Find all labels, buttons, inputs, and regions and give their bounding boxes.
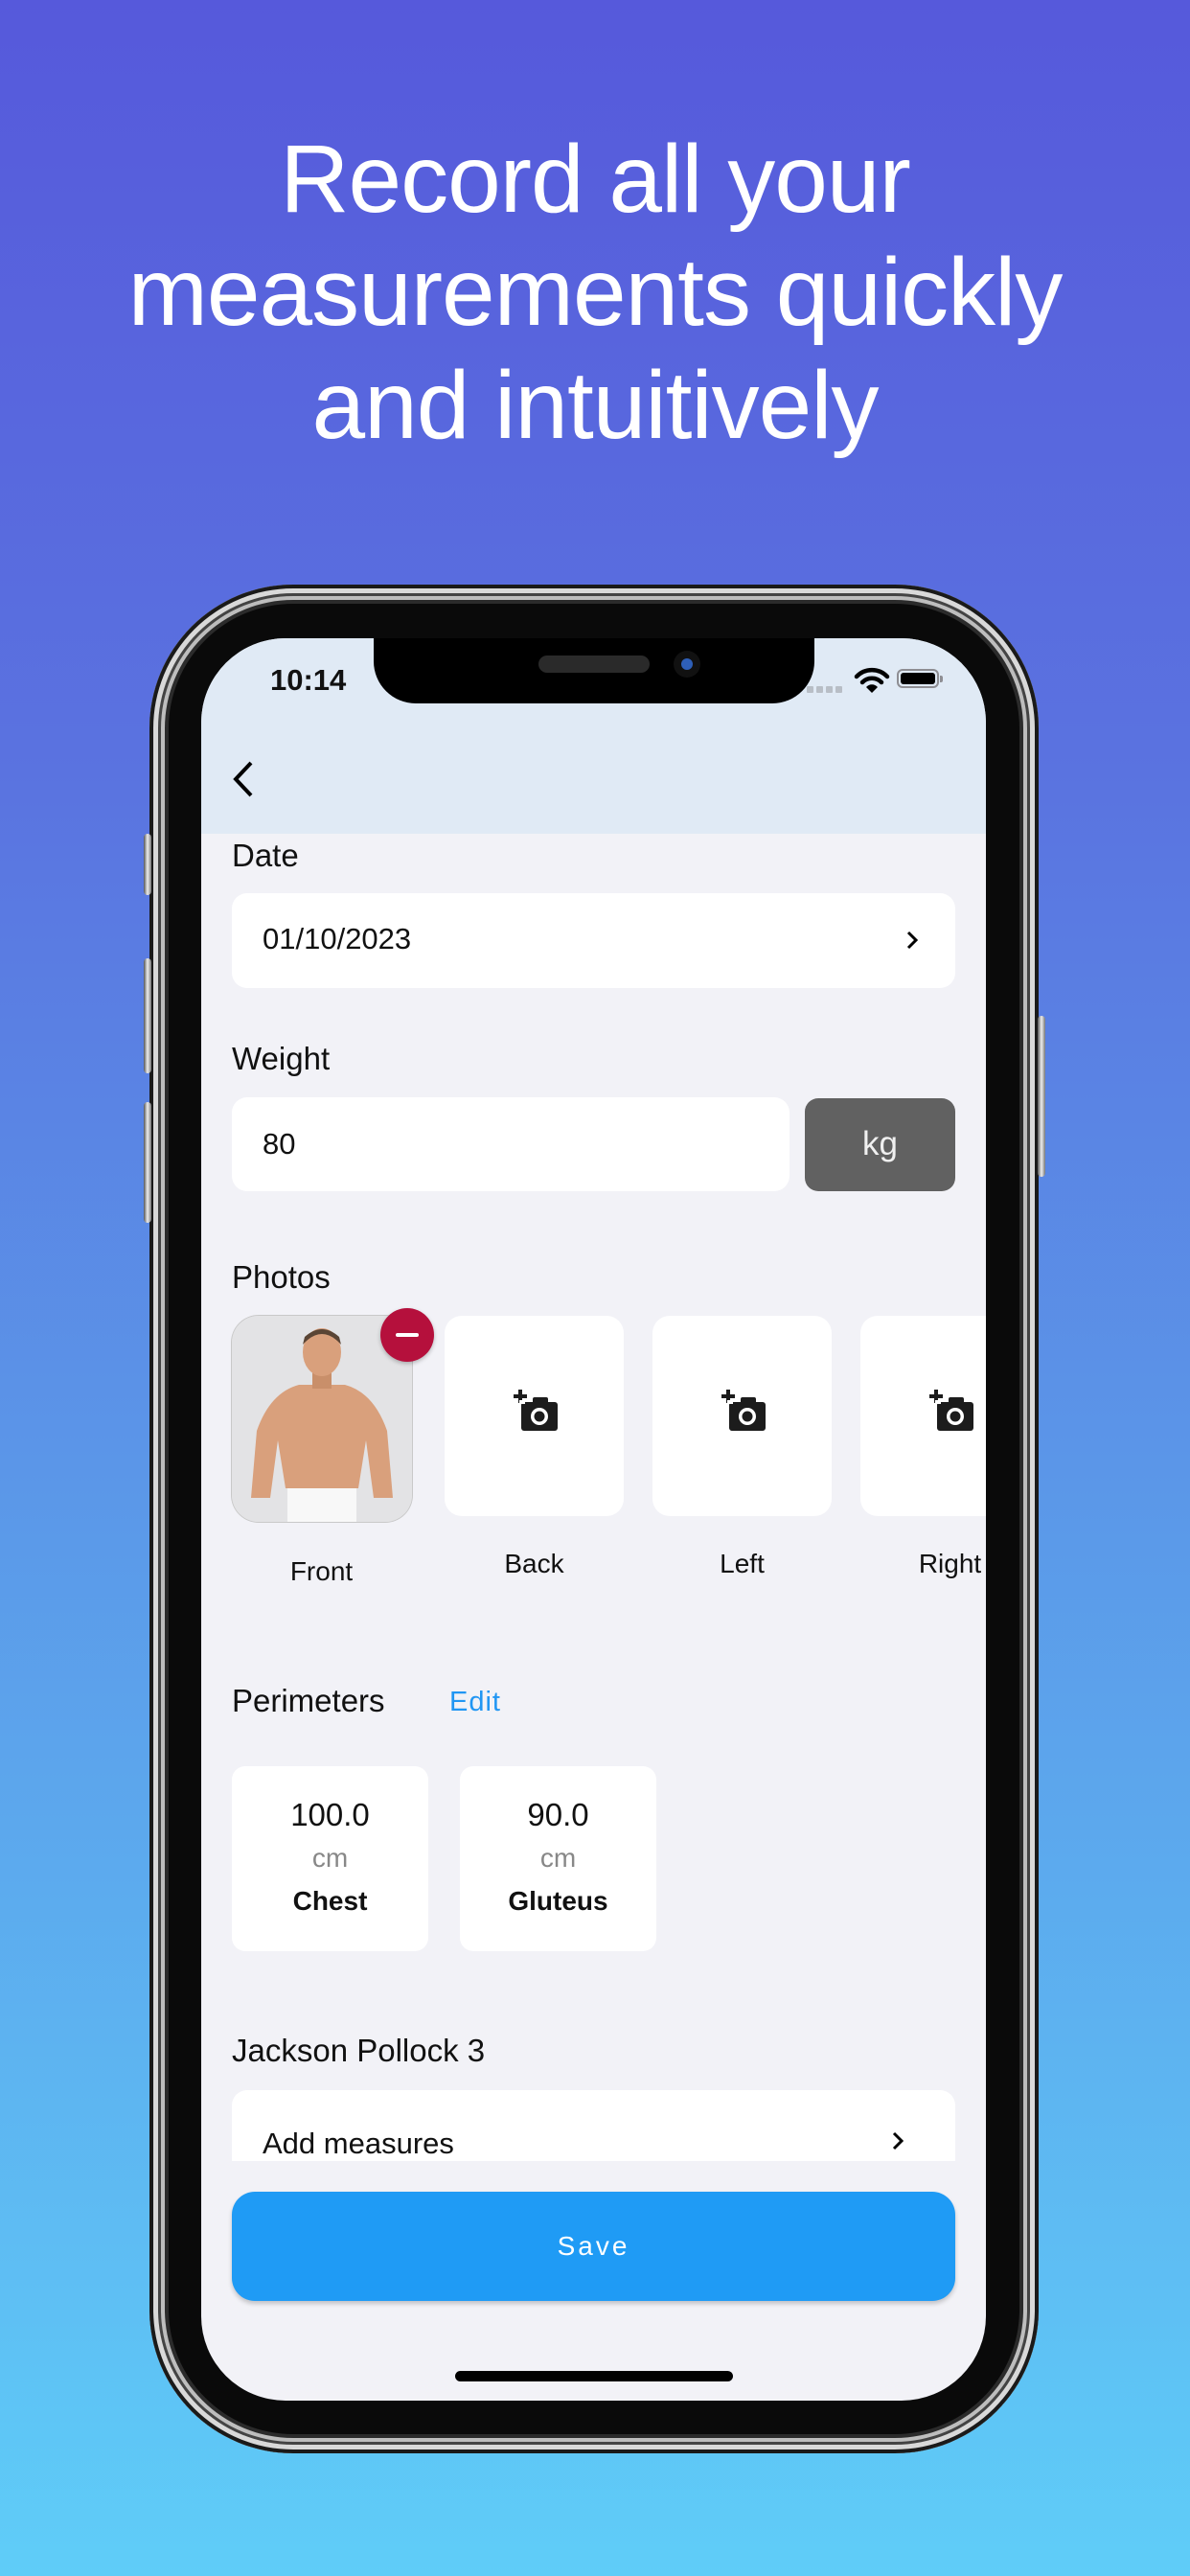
add-measures-row[interactable]: Add measures xyxy=(232,2090,955,2161)
chevron-right-icon xyxy=(892,2131,904,2150)
weight-input[interactable]: 80 xyxy=(232,1097,790,1191)
weight-value: 80 xyxy=(263,1127,296,1161)
photo-label-left: Left xyxy=(720,1549,765,1578)
headline-line-1: Record all your xyxy=(280,126,911,233)
photo-label-back: Back xyxy=(504,1549,564,1578)
cellular-signal-icon xyxy=(807,686,842,693)
promo-headline: Record all your measurements quickly and… xyxy=(0,123,1190,462)
add-photo-icon xyxy=(514,1390,558,1431)
add-photo-icon xyxy=(929,1390,973,1431)
date-label: Date xyxy=(232,838,299,873)
perimeter-card-chest[interactable]: 100.0 cm Chest xyxy=(232,1766,428,1951)
device-notch xyxy=(374,638,814,703)
weight-label: Weight xyxy=(232,1041,331,1076)
phone-volume-up-button xyxy=(144,958,151,1073)
perimeter-value: 100.0 xyxy=(290,1797,370,1832)
perimeter-unit: cm xyxy=(539,1843,577,1873)
add-photo-icon xyxy=(721,1390,766,1431)
phone-silent-switch xyxy=(144,834,151,895)
add-measures-label: Add measures xyxy=(263,2127,454,2160)
photo-label-right: Right xyxy=(918,1549,982,1578)
remove-photo-button[interactable] xyxy=(380,1308,434,1362)
photo-left-add-button[interactable] xyxy=(652,1316,832,1516)
app-screen: 10:14 Date 01/10/2023 Weight 80 kg Photo… xyxy=(201,638,986,2401)
save-button[interactable]: Save xyxy=(232,2192,955,2301)
perimeter-name: Gluteus xyxy=(508,1886,608,1916)
perimeter-name: Chest xyxy=(292,1886,368,1916)
weight-unit-button[interactable]: kg xyxy=(805,1098,955,1191)
perimeter-card-gluteus[interactable]: 90.0 cm Gluteus xyxy=(460,1766,656,1951)
speaker-grille xyxy=(538,656,650,673)
photo-back-add-button[interactable] xyxy=(445,1316,624,1516)
perimeters-edit-link[interactable]: Edit xyxy=(449,1687,501,1718)
perimeter-value: 90.0 xyxy=(527,1797,589,1832)
chevron-left-icon xyxy=(233,761,253,797)
date-picker-field[interactable]: 01/10/2023 xyxy=(232,893,955,988)
battery-icon xyxy=(897,669,943,688)
home-indicator[interactable] xyxy=(455,2371,733,2381)
headline-line-3: and intuitively xyxy=(311,352,880,459)
wifi-icon xyxy=(854,667,890,693)
photo-right-add-button[interactable] xyxy=(860,1316,986,1516)
chevron-right-icon xyxy=(906,931,919,950)
photos-label: Photos xyxy=(232,1259,331,1295)
phone-power-button xyxy=(1038,1016,1045,1177)
status-time: 10:14 xyxy=(270,663,347,697)
front-camera xyxy=(674,651,700,678)
date-value: 01/10/2023 xyxy=(263,922,412,955)
headline-line-2: measurements quickly xyxy=(127,239,1064,346)
back-button[interactable] xyxy=(224,755,263,803)
phone-volume-down-button xyxy=(144,1102,151,1223)
body-fat-method-label: Jackson Pollock 3 xyxy=(232,2033,486,2068)
perimeters-label: Perimeters xyxy=(232,1683,385,1718)
perimeter-unit: cm xyxy=(311,1843,349,1873)
photo-label-front: Front xyxy=(289,1556,354,1586)
